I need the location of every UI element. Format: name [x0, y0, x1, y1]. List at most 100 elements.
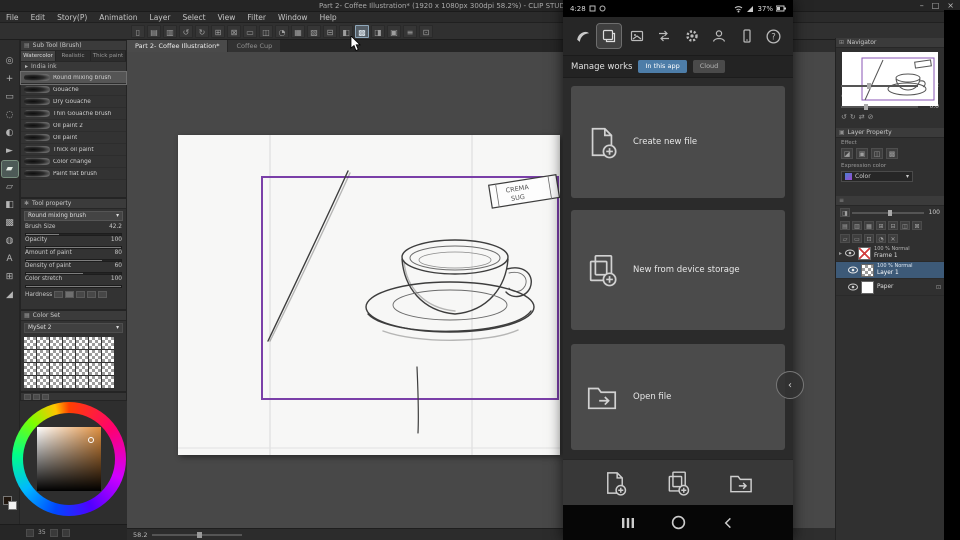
transparent-swatch[interactable] [63, 337, 75, 349]
maximize-button[interactable]: □ [932, 1, 940, 10]
transparent-swatch[interactable] [50, 337, 62, 349]
layer-icon[interactable]: ⊞ [876, 221, 886, 230]
toolbar-icon[interactable]: ▯ [131, 24, 145, 38]
current-brush-box[interactable]: Round mixing brush ▾ [24, 211, 123, 221]
slider-knob[interactable] [864, 103, 868, 110]
toolbar-icon[interactable]: ↺ [179, 24, 193, 38]
prop-value[interactable]: 80 [115, 250, 122, 258]
transparent-swatch[interactable] [89, 337, 101, 349]
prop-value[interactable]: 100 [111, 276, 122, 284]
menu-item[interactable]: Story(P) [51, 13, 93, 22]
hardness-segment[interactable] [65, 291, 75, 298]
transparent-swatch[interactable] [37, 376, 49, 388]
transparent-swatch[interactable] [37, 363, 49, 375]
expand-arrow-icon[interactable]: ▸ [839, 250, 842, 257]
toolbar-icon[interactable]: ▧ [307, 24, 321, 38]
tool-icon[interactable]: ◧ [2, 197, 18, 213]
layer-icon[interactable]: ⊟ [888, 221, 898, 230]
tone-effect-icon[interactable]: ▣ [856, 148, 868, 159]
visibility-eye-icon[interactable] [848, 266, 858, 274]
prop-slider[interactable] [25, 246, 122, 249]
toolbar-icon[interactable]: ▣ [387, 24, 401, 38]
transparent-swatch[interactable] [76, 376, 88, 388]
transparent-swatch[interactable] [37, 337, 49, 349]
manage-works-icon[interactable] [596, 23, 623, 49]
layer-icon[interactable]: ⊠ [912, 221, 922, 230]
color-history-tab-icon[interactable] [42, 393, 49, 400]
import-shortcut-icon[interactable] [665, 470, 691, 496]
tool-icon[interactable]: A [2, 251, 18, 267]
blend-mode-icon[interactable]: ◨ [840, 208, 850, 217]
prop-slider[interactable] [25, 272, 122, 275]
layer-color-effect-icon[interactable]: ◫ [871, 148, 883, 159]
tool-icon[interactable]: ◌ [2, 107, 18, 123]
status-icon[interactable] [61, 528, 70, 537]
layer-row-frame[interactable]: ▸ 100 % Normal Frame 1 [836, 245, 944, 262]
menu-item[interactable]: Select [176, 13, 211, 22]
status-icon[interactable] [49, 528, 58, 537]
transparent-swatch[interactable] [89, 350, 101, 362]
transparent-swatch[interactable] [50, 363, 62, 375]
tool-icon[interactable]: ◢ [2, 287, 18, 303]
visibility-eye-icon[interactable] [845, 249, 856, 257]
extract-line-effect-icon[interactable]: ▩ [886, 148, 898, 159]
zoom-slider-knob[interactable] [197, 531, 203, 538]
toolbar-icon[interactable]: ▭ [243, 24, 257, 38]
toolbar-icon[interactable]: ▦ [291, 24, 305, 38]
transparent-swatch[interactable] [24, 363, 36, 375]
open-file-button[interactable]: Open file [571, 344, 785, 450]
subtool-tab-realistic[interactable]: Realistic [56, 51, 91, 61]
settings-gear-icon[interactable] [680, 24, 704, 48]
brush-list-item[interactable]: Thick oil paint [21, 144, 126, 156]
back-button[interactable] [722, 516, 735, 530]
layer-opacity-slider[interactable] [852, 209, 924, 216]
brush-list-item[interactable]: Thin Gouache brush [21, 108, 126, 120]
transparent-swatch[interactable] [102, 376, 114, 388]
layer-row-paper[interactable]: Paper ⊡ [836, 279, 944, 296]
recents-button[interactable] [621, 516, 635, 530]
toolbar-icon[interactable]: ⊡ [419, 24, 433, 38]
color-slider-tab-icon[interactable] [33, 393, 40, 400]
prop-slider[interactable] [25, 233, 122, 236]
toolbar-icon[interactable]: ◔ [275, 24, 289, 38]
toolbar-icon[interactable]: ⊠ [227, 24, 241, 38]
menu-item[interactable]: Layer [144, 13, 177, 22]
toolbar-icon[interactable]: ▥ [163, 24, 177, 38]
layer-row-layer1[interactable]: 100 % Normal Layer 1 [836, 262, 944, 279]
tool-icon[interactable]: ⊞ [2, 269, 18, 285]
prop-slider[interactable] [25, 259, 122, 262]
new-layer-icon[interactable]: ▱ [840, 234, 850, 243]
toolbar-icon[interactable]: ⊟ [323, 24, 337, 38]
color-picker-cursor[interactable] [88, 437, 94, 443]
transparent-swatch[interactable] [50, 350, 62, 362]
mask-icon[interactable]: ◔ [876, 234, 886, 243]
toolbar-icon[interactable]: ◨ [371, 24, 385, 38]
tool-icon[interactable]: ▭ [2, 89, 18, 105]
transparent-swatch[interactable] [89, 376, 101, 388]
hardness-segment[interactable] [54, 291, 64, 298]
navigator-rotate-icon[interactable]: ↺ [841, 112, 847, 122]
navigator-zoom-slider[interactable] [841, 82, 918, 89]
expression-color-select[interactable]: Color ▾ [841, 171, 913, 182]
slider-knob[interactable] [867, 82, 871, 89]
layer-thumbnail[interactable] [861, 280, 874, 294]
tool-icon[interactable]: ◐ [2, 125, 18, 141]
open-shortcut-icon[interactable] [728, 470, 754, 496]
visibility-eye-icon[interactable] [848, 283, 858, 291]
layer-icon[interactable]: ▦ [864, 221, 874, 230]
layer-thumbnail[interactable] [861, 263, 874, 277]
prop-slider[interactable] [25, 285, 122, 288]
menu-item[interactable]: View [212, 13, 242, 22]
canvas-zoom-slider[interactable] [152, 531, 243, 538]
subtool-tab-thick[interactable]: Thick paint [91, 51, 126, 61]
border-effect-icon[interactable]: ◪ [841, 148, 853, 159]
navigator-rotate-icon[interactable]: ↻ [850, 112, 856, 122]
layer-icon[interactable]: ▥ [852, 221, 862, 230]
tab-cloud[interactable]: Cloud [692, 60, 726, 73]
sub-color-chip[interactable] [8, 501, 17, 510]
navigator-rotate-slider[interactable] [841, 103, 918, 110]
close-button[interactable]: × [947, 1, 954, 10]
new-folder-icon[interactable]: ▭ [852, 234, 862, 243]
menu-item[interactable]: Filter [241, 13, 272, 22]
create-new-file-button[interactable]: Create new file [571, 86, 785, 198]
